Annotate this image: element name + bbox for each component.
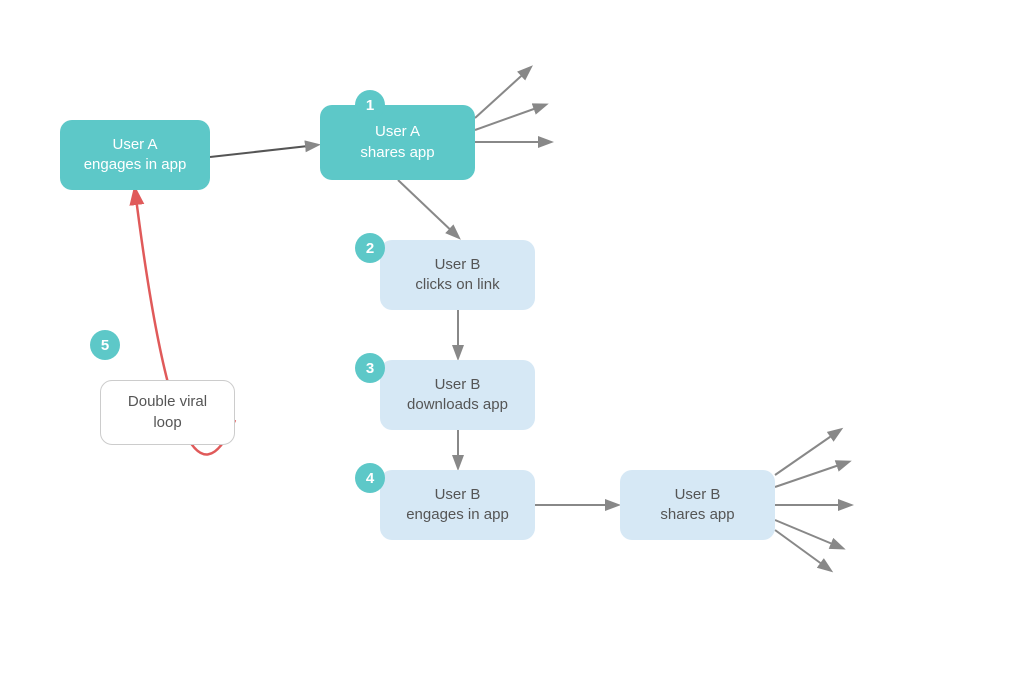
badge-2: 2 [355,233,385,263]
node-userB-engages: User B engages in app [380,470,535,540]
node-userB-downloads: User B downloads app [380,360,535,430]
diagram: User A engages in app User A shares app … [0,0,1024,684]
node-userA-shares: User A shares app [320,105,475,180]
node-userB-shares: User B shares app [620,470,775,540]
badge-4: 4 [355,463,385,493]
badge-5: 5 [90,330,120,360]
node-double-viral: Double viral loop [100,380,235,445]
badge-1: 1 [355,90,385,120]
badge-3: 3 [355,353,385,383]
node-userB-clicks: User B clicks on link [380,240,535,310]
node-userA-engages: User A engages in app [60,120,210,190]
